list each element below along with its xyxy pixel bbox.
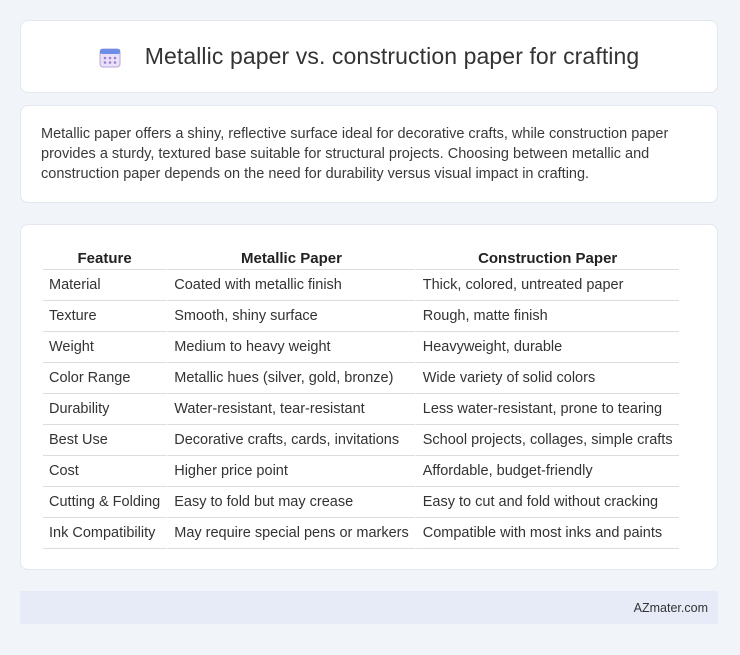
construction-cell: Less water-resistant, prone to tearing <box>414 394 679 425</box>
metallic-cell: Easy to fold but may crease <box>166 487 415 518</box>
table-row: Color Range Metallic hues (silver, gold,… <box>43 363 679 394</box>
feature-cell: Material <box>43 270 167 301</box>
construction-cell: Thick, colored, untreated paper <box>414 270 679 301</box>
metallic-cell: Decorative crafts, cards, invitations <box>166 425 415 456</box>
table-row: Durability Water-resistant, tear-resista… <box>43 394 679 425</box>
construction-cell: Easy to cut and fold without cracking <box>414 487 679 518</box>
construction-cell: School projects, collages, simple crafts <box>414 425 679 456</box>
summary-card: Metallic paper offers a shiny, reflectiv… <box>20 105 718 203</box>
metallic-cell: Coated with metallic finish <box>166 270 415 301</box>
comparison-table: Feature Metallic Paper Construction Pape… <box>43 247 679 549</box>
page-title: Metallic paper vs. construction paper fo… <box>144 43 640 69</box>
metallic-cell: Water-resistant, tear-resistant <box>166 394 415 425</box>
table-row: Cutting & Folding Easy to fold but may c… <box>43 487 679 518</box>
column-header-construction-paper: Construction Paper <box>414 247 679 270</box>
construction-cell: Wide variety of solid colors <box>414 363 679 394</box>
footer: AZmater.com <box>20 591 718 624</box>
metallic-cell: May require special pens or markers <box>166 518 415 549</box>
table-header-row: Feature Metallic Paper Construction Pape… <box>43 247 679 270</box>
construction-cell: Compatible with most inks and paints <box>414 518 679 549</box>
feature-cell: Texture <box>43 301 167 332</box>
metallic-cell: Metallic hues (silver, gold, bronze) <box>166 363 415 394</box>
feature-cell: Color Range <box>43 363 167 394</box>
table-row: Ink Compatibility May require special pe… <box>43 518 679 549</box>
calendar-icon <box>99 46 121 68</box>
construction-cell: Rough, matte finish <box>414 301 679 332</box>
summary-text: Metallic paper offers a shiny, reflectiv… <box>41 126 669 182</box>
footer-brand[interactable]: AZmater.com <box>634 601 708 615</box>
title-card: Metallic paper vs. construction paper fo… <box>20 20 718 93</box>
feature-cell: Cost <box>43 456 167 487</box>
column-header-metallic-paper: Metallic Paper <box>166 247 415 270</box>
metallic-cell: Smooth, shiny surface <box>166 301 415 332</box>
feature-cell: Best Use <box>43 425 167 456</box>
feature-cell: Cutting & Folding <box>43 487 167 518</box>
construction-cell: Heavyweight, durable <box>414 332 679 363</box>
table-row: Best Use Decorative crafts, cards, invit… <box>43 425 679 456</box>
comparison-table-card: Feature Metallic Paper Construction Pape… <box>20 224 718 570</box>
table-row: Material Coated with metallic finish Thi… <box>43 270 679 301</box>
table-row: Weight Medium to heavy weight Heavyweigh… <box>43 332 679 363</box>
table-row: Texture Smooth, shiny surface Rough, mat… <box>43 301 679 332</box>
feature-cell: Ink Compatibility <box>43 518 167 549</box>
metallic-cell: Higher price point <box>166 456 415 487</box>
construction-cell: Affordable, budget-friendly <box>414 456 679 487</box>
feature-cell: Weight <box>43 332 167 363</box>
feature-cell: Durability <box>43 394 167 425</box>
table-row: Cost Higher price point Affordable, budg… <box>43 456 679 487</box>
column-header-feature: Feature <box>43 247 167 270</box>
metallic-cell: Medium to heavy weight <box>166 332 415 363</box>
